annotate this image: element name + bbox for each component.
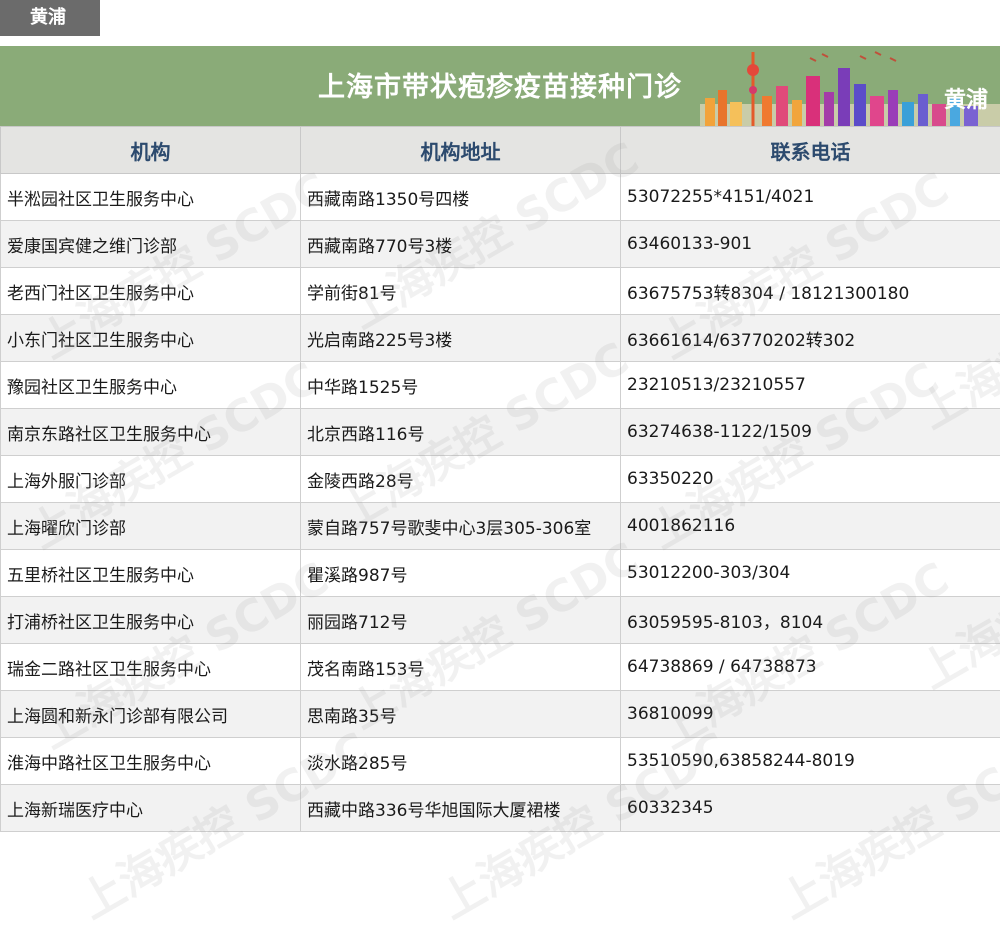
phone-cell: 60332345 — [621, 785, 1000, 832]
phone-cell: 63675753转8304 / 18121300180 — [621, 268, 1000, 315]
phone-cell: 53012200-303/304 — [621, 550, 1000, 597]
table-row: 上海圆和新永门诊部有限公司思南路35号36810099 — [1, 691, 1000, 738]
institution-cell: 上海外服门诊部 — [1, 456, 301, 503]
phone-cell: 63460133-901 — [621, 221, 1000, 268]
phone-cell: 53072255*4151/4021 — [621, 174, 1000, 221]
institution-cell: 上海圆和新永门诊部有限公司 — [1, 691, 301, 738]
clinic-table: 机构 机构地址 联系电话 半淞园社区卫生服务中心西藏南路1350号四楼53072… — [0, 126, 1000, 832]
institution-cell: 上海新瑞医疗中心 — [1, 785, 301, 832]
column-header-institution: 机构 — [1, 127, 301, 174]
institution-cell: 瑞金二路社区卫生服务中心 — [1, 644, 301, 691]
address-cell: 思南路35号 — [301, 691, 621, 738]
institution-cell: 淮海中路社区卫生服务中心 — [1, 738, 301, 785]
address-cell: 丽园路712号 — [301, 597, 621, 644]
phone-cell: 63274638-1122/1509 — [621, 409, 1000, 456]
address-cell: 学前街81号 — [301, 268, 621, 315]
table-row: 上海曜欣门诊部蒙自路757号歌斐中心3层305-306室4001862116 — [1, 503, 1000, 550]
phone-cell: 63059595-8103，8104 — [621, 597, 1000, 644]
title-banner: 上海市带状疱疹疫苗接种门诊 黄浦 — [0, 46, 1000, 126]
address-cell: 西藏南路770号3楼 — [301, 221, 621, 268]
institution-cell: 爱康国宾健之维门诊部 — [1, 221, 301, 268]
table-row: 打浦桥社区卫生服务中心丽园路712号63059595-8103，8104 — [1, 597, 1000, 644]
institution-cell: 小东门社区卫生服务中心 — [1, 315, 301, 362]
district-tag: 黄浦 — [0, 0, 100, 36]
address-cell: 瞿溪路987号 — [301, 550, 621, 597]
address-cell: 北京西路116号 — [301, 409, 621, 456]
table-row: 瑞金二路社区卫生服务中心茂名南路153号64738869 / 64738873 — [1, 644, 1000, 691]
phone-cell: 63661614/63770202转302 — [621, 315, 1000, 362]
table-row: 南京东路社区卫生服务中心北京西路116号63274638-1122/1509 — [1, 409, 1000, 456]
phone-cell: 23210513/23210557 — [621, 362, 1000, 409]
institution-cell: 打浦桥社区卫生服务中心 — [1, 597, 301, 644]
phone-cell: 4001862116 — [621, 503, 1000, 550]
table-row: 五里桥社区卫生服务中心瞿溪路987号53012200-303/304 — [1, 550, 1000, 597]
banner-district-label: 黄浦 — [944, 46, 988, 126]
phone-cell: 64738869 / 64738873 — [621, 644, 1000, 691]
address-cell: 西藏中路336号华旭国际大厦裙楼 — [301, 785, 621, 832]
table-header-row: 机构 机构地址 联系电话 — [1, 127, 1000, 174]
table-row: 豫园社区卫生服务中心中华路1525号23210513/23210557 — [1, 362, 1000, 409]
phone-cell: 53510590,63858244-8019 — [621, 738, 1000, 785]
address-cell: 淡水路285号 — [301, 738, 621, 785]
phone-cell: 63350220 — [621, 456, 1000, 503]
phone-cell: 36810099 — [621, 691, 1000, 738]
table-row: 淮海中路社区卫生服务中心淡水路285号53510590,63858244-801… — [1, 738, 1000, 785]
address-cell: 金陵西路28号 — [301, 456, 621, 503]
institution-cell: 豫园社区卫生服务中心 — [1, 362, 301, 409]
table-row: 上海新瑞医疗中心西藏中路336号华旭国际大厦裙楼60332345 — [1, 785, 1000, 832]
table-row: 上海外服门诊部金陵西路28号63350220 — [1, 456, 1000, 503]
institution-cell: 上海曜欣门诊部 — [1, 503, 301, 550]
column-header-phone: 联系电话 — [621, 127, 1000, 174]
column-header-address: 机构地址 — [301, 127, 621, 174]
address-cell: 光启南路225号3楼 — [301, 315, 621, 362]
institution-cell: 五里桥社区卫生服务中心 — [1, 550, 301, 597]
address-cell: 茂名南路153号 — [301, 644, 621, 691]
institution-cell: 老西门社区卫生服务中心 — [1, 268, 301, 315]
address-cell: 中华路1525号 — [301, 362, 621, 409]
banner-title: 上海市带状疱疹疫苗接种门诊 — [318, 46, 682, 126]
table-row: 爱康国宾健之维门诊部西藏南路770号3楼63460133-901 — [1, 221, 1000, 268]
table-row: 小东门社区卫生服务中心光启南路225号3楼63661614/63770202转3… — [1, 315, 1000, 362]
address-cell: 西藏南路1350号四楼 — [301, 174, 621, 221]
table-row: 半淞园社区卫生服务中心西藏南路1350号四楼53072255*4151/4021 — [1, 174, 1000, 221]
address-cell: 蒙自路757号歌斐中心3层305-306室 — [301, 503, 621, 550]
institution-cell: 南京东路社区卫生服务中心 — [1, 409, 301, 456]
institution-cell: 半淞园社区卫生服务中心 — [1, 174, 301, 221]
table-row: 老西门社区卫生服务中心学前街81号63675753转8304 / 1812130… — [1, 268, 1000, 315]
